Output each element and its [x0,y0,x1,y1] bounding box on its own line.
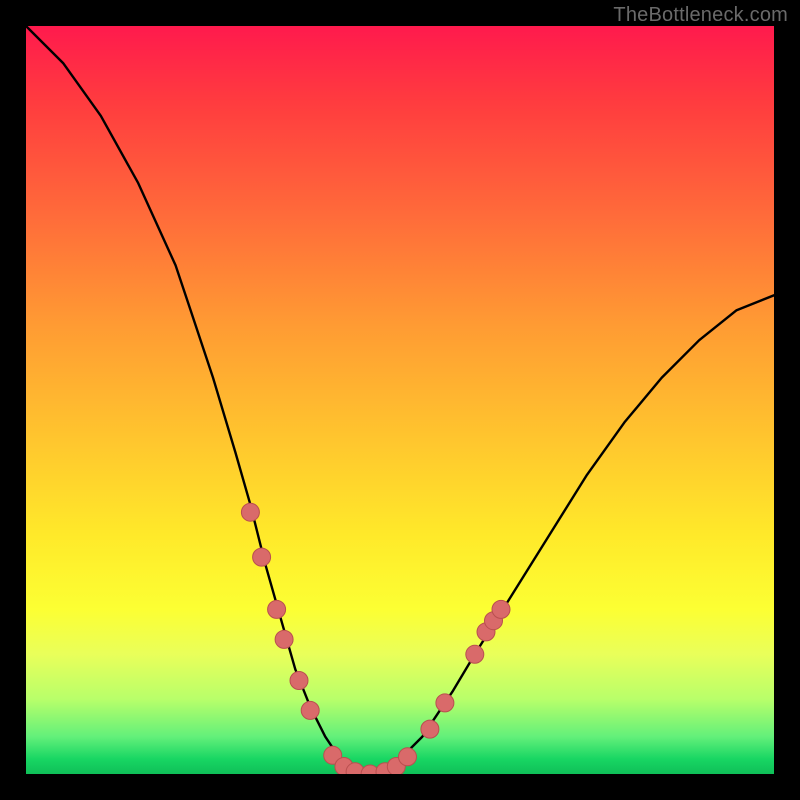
curve-marker [421,720,439,738]
curve-marker [492,600,510,618]
curve-marker [268,600,286,618]
bottleneck-curve [26,26,774,774]
curve-marker [301,701,319,719]
curve-marker [466,645,484,663]
curve-marker [436,694,454,712]
chart-frame: TheBottleneck.com [0,0,800,800]
curve-marker [399,748,417,766]
curve-marker [275,630,293,648]
curve-markers [241,503,510,774]
bottleneck-chart [26,26,774,774]
curve-marker [253,548,271,566]
curve-marker [290,672,308,690]
curve-marker [241,503,259,521]
watermark-text: TheBottleneck.com [613,4,788,27]
